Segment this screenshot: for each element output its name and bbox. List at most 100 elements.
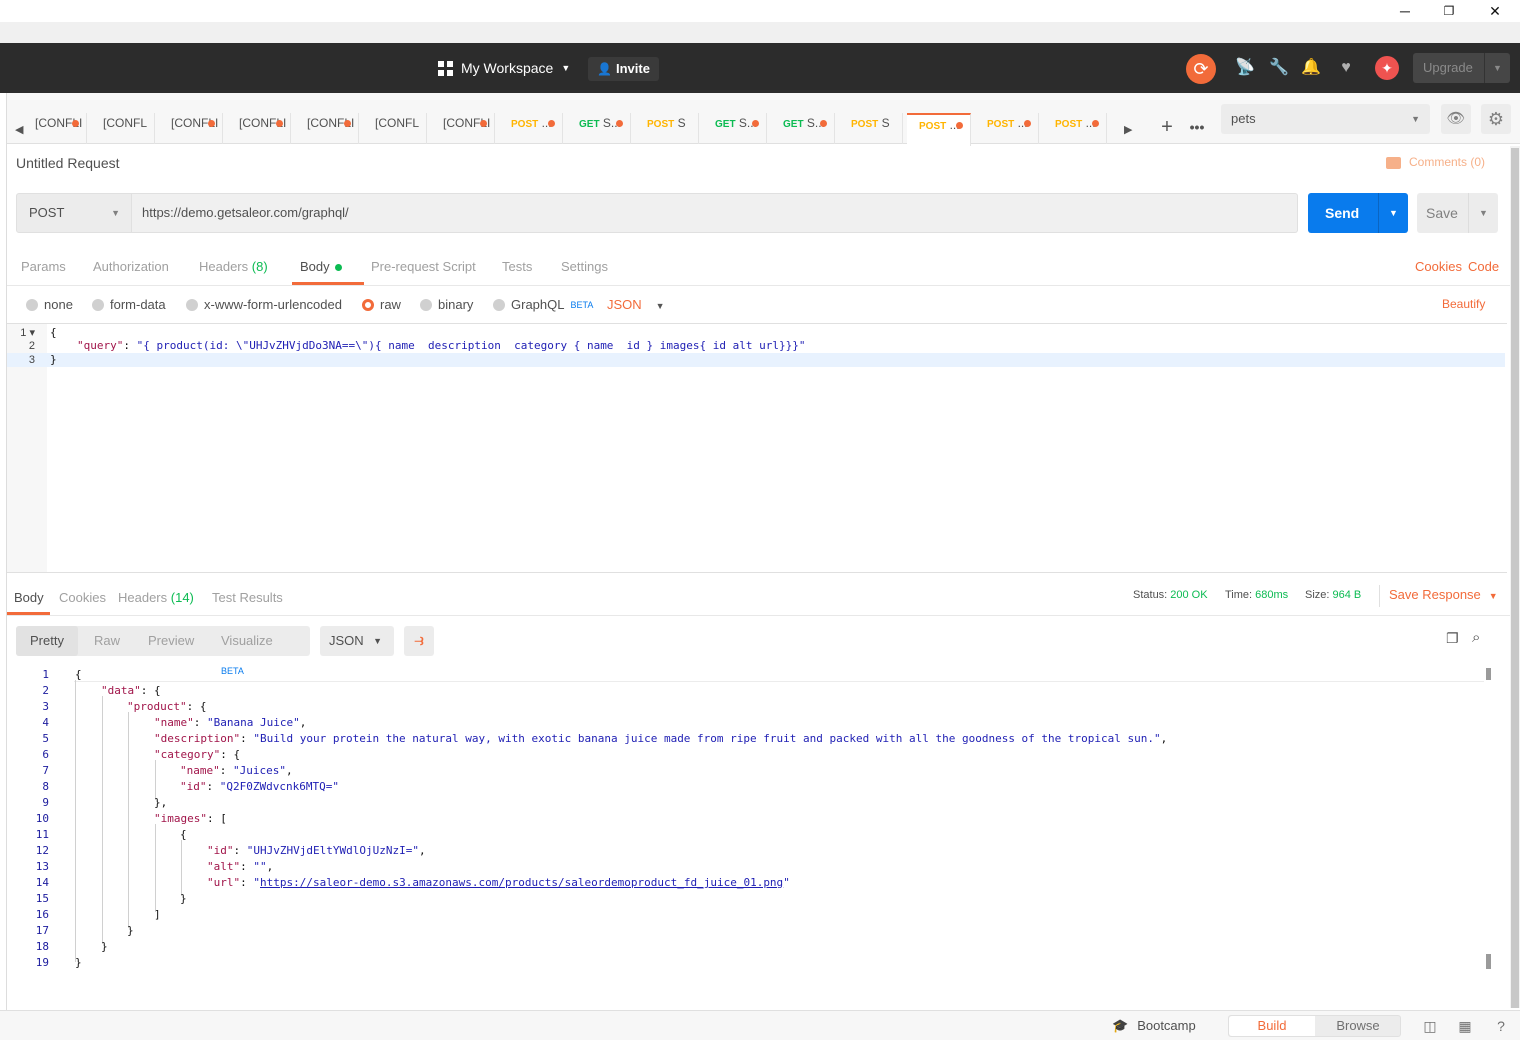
- bootcamp-button[interactable]: 🎓 Bootcamp: [1112, 1018, 1196, 1034]
- tab-tests[interactable]: Tests: [502, 259, 532, 274]
- heart-icon[interactable]: ♥: [1333, 55, 1359, 81]
- response-tab-body[interactable]: Body: [14, 590, 44, 605]
- tab-authorization[interactable]: Authorization: [93, 259, 169, 274]
- environment-select[interactable]: pets ▼: [1221, 104, 1430, 134]
- chevron-down-icon[interactable]: ▼: [1378, 193, 1408, 233]
- scrollbar-thumb[interactable]: [1511, 148, 1519, 1008]
- help-icon[interactable]: ?: [1492, 1017, 1510, 1035]
- upgrade-button[interactable]: Upgrade ▼: [1413, 53, 1510, 83]
- tab-settings[interactable]: Settings: [561, 259, 608, 274]
- request-tab[interactable]: POST ...: [907, 113, 971, 146]
- browse-mode-button[interactable]: Browse: [1315, 1016, 1401, 1036]
- workspace-switcher[interactable]: My Workspace ▼: [438, 57, 570, 79]
- cookies-link[interactable]: Cookies: [1415, 259, 1462, 274]
- tab-params[interactable]: Params: [21, 259, 66, 274]
- view-preview-button[interactable]: Preview: [134, 626, 208, 656]
- radio-circle: [92, 298, 104, 311]
- request-tab[interactable]: [CONFL: [363, 113, 427, 144]
- minimize-window-button[interactable]: ─: [1385, 0, 1425, 22]
- json-url-link[interactable]: https://saleor-demo.s3.amazonaws.com/pro…: [260, 876, 783, 889]
- request-tab[interactable]: [CONFLI: [295, 113, 359, 144]
- chevron-down-icon[interactable]: ▼: [1484, 53, 1510, 83]
- scrollbar-thumb[interactable]: [1486, 668, 1491, 680]
- request-tab[interactable]: [CONFLI: [159, 113, 223, 144]
- send-label: Send: [1325, 205, 1360, 221]
- avatar[interactable]: ✦: [1375, 56, 1399, 80]
- search-icon[interactable]: ⌕: [1472, 629, 1488, 646]
- response-body-viewer[interactable]: 1 2 3 4 5 6 7 8 9 10 11 12 13 14 15 16 1…: [16, 666, 1496, 976]
- request-tab[interactable]: POST S: [635, 113, 699, 144]
- tab-scroll-right-icon[interactable]: ▶: [1124, 123, 1132, 136]
- line-number: 11: [35, 828, 49, 841]
- request-tab[interactable]: POST ...: [499, 113, 563, 144]
- send-button[interactable]: Send ▼: [1308, 193, 1408, 233]
- response-tab-headers[interactable]: Headers (14): [118, 590, 194, 605]
- radio-urlencoded[interactable]: x-www-form-urlencoded: [186, 297, 342, 312]
- request-tab[interactable]: [CONFL: [91, 113, 155, 144]
- bell-icon[interactable]: 🔔: [1298, 55, 1324, 81]
- sync-icon[interactable]: ⟳: [1186, 54, 1216, 84]
- code-link[interactable]: Code: [1468, 259, 1499, 274]
- wrench-icon[interactable]: 🔧: [1266, 55, 1292, 81]
- size-badge[interactable]: Size: 964 B: [1305, 589, 1361, 601]
- request-tab[interactable]: POST S: [839, 113, 903, 144]
- request-tab[interactable]: GET S...: [771, 113, 835, 144]
- request-tab[interactable]: [CONFLI: [431, 113, 495, 144]
- radio-binary[interactable]: binary: [420, 297, 473, 312]
- view-visualize-button[interactable]: Visualize BETA: [207, 626, 310, 676]
- more-tabs-icon[interactable]: •••: [1183, 113, 1211, 144]
- unsaved-dot-icon: [276, 120, 283, 127]
- save-button[interactable]: Save ▼: [1417, 193, 1498, 233]
- tab-headers[interactable]: Headers (8): [199, 259, 268, 274]
- body-format-select[interactable]: JSON ▼: [607, 297, 665, 312]
- request-title[interactable]: Untitled Request: [16, 155, 120, 171]
- view-raw-button[interactable]: Raw: [80, 626, 134, 656]
- unsaved-dot-icon: [208, 120, 215, 127]
- close-window-button[interactable]: ✕: [1475, 0, 1515, 22]
- two-pane-view-icon[interactable]: ◫: [1421, 1017, 1439, 1035]
- request-tab[interactable]: GET S...: [703, 113, 767, 144]
- view-pretty-button[interactable]: Pretty: [16, 626, 78, 656]
- main-scrollbar[interactable]: [1510, 146, 1520, 1008]
- request-tab[interactable]: POST ...: [1043, 113, 1107, 144]
- request-tab[interactable]: [CONFLI: [227, 113, 291, 144]
- eye-icon[interactable]: 👁: [1441, 104, 1471, 134]
- radio-raw[interactable]: raw: [362, 297, 401, 312]
- copy-icon[interactable]: ❐: [1446, 630, 1462, 646]
- gear-icon[interactable]: ⚙: [1481, 104, 1511, 134]
- json-line: ]: [154, 908, 161, 921]
- request-tab[interactable]: [CONFLI: [23, 113, 87, 144]
- url-input[interactable]: https://demo.getsaleor.com/graphql/: [132, 193, 1298, 233]
- radio-none[interactable]: none: [26, 297, 73, 312]
- response-scrollbar[interactable]: [1484, 666, 1494, 971]
- request-body-editor[interactable]: 1 ▾ 2 3 { "query": "{ product(id: \"UHJv…: [7, 323, 1507, 573]
- satellite-icon[interactable]: 📡: [1232, 55, 1258, 81]
- restore-window-button[interactable]: ❐: [1429, 0, 1469, 22]
- json-line: "id": "UHJvZHVjdEltYWdlOjUzNzI=",: [207, 844, 426, 857]
- scrollbar-thumb[interactable]: [1486, 954, 1491, 969]
- chevron-down-icon[interactable]: ▼: [1468, 193, 1498, 233]
- invite-button[interactable]: 👤 Invite: [588, 57, 659, 81]
- status-dot-icon: [334, 264, 342, 272]
- request-tab[interactable]: GET S...: [567, 113, 631, 144]
- response-format-select[interactable]: JSON ▼: [320, 626, 394, 656]
- radio-form-data[interactable]: form-data: [92, 297, 166, 312]
- beautify-link[interactable]: Beautify: [1442, 297, 1485, 311]
- new-tab-button[interactable]: +: [1153, 113, 1181, 144]
- calendar-icon[interactable]: ▦: [1456, 1017, 1474, 1035]
- radio-graphql[interactable]: GraphQL BETA: [493, 297, 593, 312]
- request-tab[interactable]: POST ...: [975, 113, 1039, 144]
- line-number: 5: [42, 732, 49, 745]
- graduation-cap-icon: 🎓: [1112, 1018, 1129, 1033]
- build-mode-button[interactable]: Build: [1229, 1016, 1315, 1036]
- status-badge[interactable]: Status: 200 OK: [1133, 589, 1208, 601]
- save-response-button[interactable]: Save Response ▼: [1389, 587, 1498, 602]
- wrap-lines-icon[interactable]: ⥽: [404, 626, 434, 656]
- time-badge[interactable]: Time: 680ms: [1225, 589, 1288, 601]
- response-tab-cookies[interactable]: Cookies: [59, 590, 106, 605]
- tab-prerequest-script[interactable]: Pre-request Script: [371, 259, 476, 274]
- comments-button[interactable]: Comments (0): [1386, 155, 1485, 169]
- tab-body[interactable]: Body: [300, 259, 342, 274]
- method-select[interactable]: POST ▼: [16, 193, 132, 233]
- response-tab-test-results[interactable]: Test Results: [212, 590, 283, 605]
